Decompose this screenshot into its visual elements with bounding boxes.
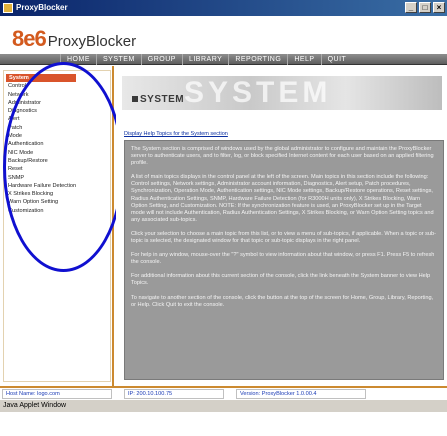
main-content: SYSTEM SYSTEM Display Help Topics for th… bbox=[116, 66, 447, 386]
banner-title: SYSTEM bbox=[132, 94, 184, 105]
menu-library[interactable]: LIBRARY bbox=[181, 54, 228, 65]
paragraph: To navigate to another section of the co… bbox=[131, 294, 434, 308]
close-icon[interactable]: × bbox=[433, 2, 445, 13]
description-panel: The System section is comprised of windo… bbox=[124, 140, 444, 380]
logo-brand: 8e6 bbox=[12, 26, 47, 51]
app-icon bbox=[3, 3, 13, 13]
menu-system[interactable]: SYSTEM bbox=[96, 54, 141, 65]
menu-reporting[interactable]: REPORTING bbox=[228, 54, 287, 65]
menu-group[interactable]: GROUP bbox=[140, 54, 182, 65]
window-titlebar: ProxyBlocker _ □ × bbox=[0, 0, 447, 16]
status-ip: IP: 200.10.100.75 bbox=[124, 389, 224, 399]
system-banner: SYSTEM SYSTEM bbox=[122, 76, 442, 110]
java-applet-bar: Java Applet Window bbox=[0, 399, 447, 412]
paragraph: For additional information about this cu… bbox=[131, 273, 431, 287]
annotation-ellipse bbox=[3, 62, 124, 272]
menu-quit[interactable]: QUIT bbox=[320, 54, 353, 65]
menu-help[interactable]: HELP bbox=[287, 54, 320, 65]
banner-title-text: SYSTEM bbox=[140, 94, 185, 105]
banner-background-text: SYSTEM bbox=[184, 76, 332, 109]
window-title: ProxyBlocker bbox=[16, 3, 68, 12]
paragraph: A list of main topics displays in the co… bbox=[131, 174, 434, 223]
paragraph: Click your selection to choose a main to… bbox=[131, 230, 436, 245]
logo-product: ProxyBlocker bbox=[47, 33, 137, 50]
status-host: Host Name: logo.com bbox=[2, 389, 112, 399]
maximize-icon[interactable]: □ bbox=[419, 2, 431, 13]
help-topics-link[interactable]: Display Help Topics for the System secti… bbox=[124, 131, 228, 137]
logo: 8e6 ProxyBlocker bbox=[12, 26, 136, 52]
minimize-icon[interactable]: _ bbox=[405, 2, 417, 13]
paragraph: For help in any window, mouse-over the "… bbox=[131, 252, 435, 266]
status-bar: Host Name: logo.com IP: 200.10.100.75 Ve… bbox=[0, 386, 447, 399]
paragraph: The System section is comprised of windo… bbox=[131, 146, 434, 167]
status-version: Version: ProxyBlocker 1.0.00.4 bbox=[236, 389, 366, 399]
